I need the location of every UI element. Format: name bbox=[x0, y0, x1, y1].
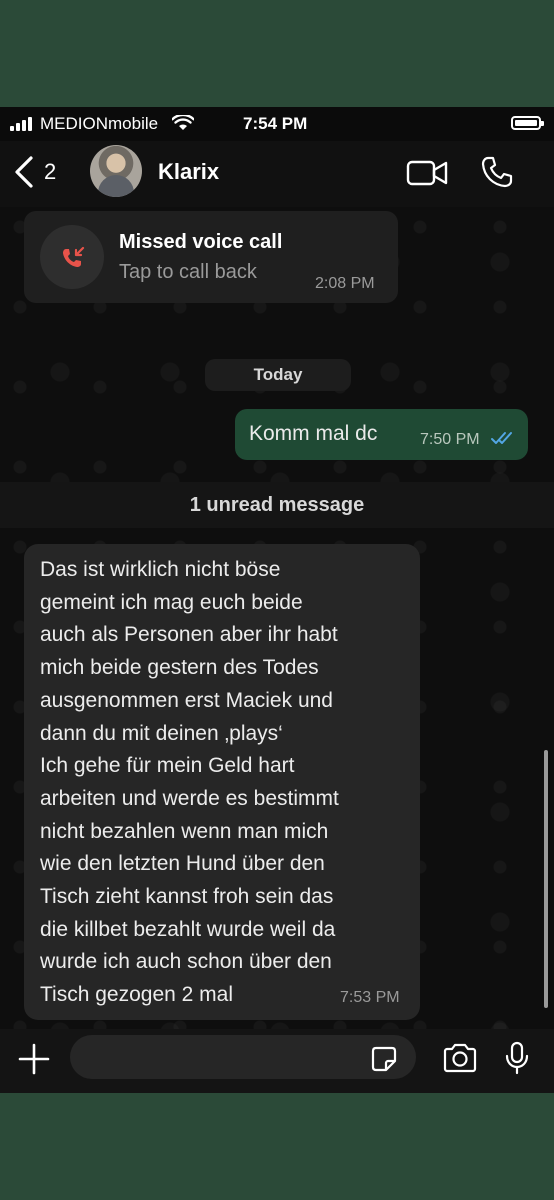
unread-divider: 1 unread message bbox=[0, 482, 554, 528]
sticker-icon[interactable] bbox=[370, 1045, 398, 1073]
message-time: 7:53 PM bbox=[340, 989, 400, 1006]
signal-strength-icon bbox=[10, 117, 36, 131]
chat-area[interactable]: Missed voice call Tap to call back 2:08 … bbox=[0, 207, 554, 1029]
composer-bar bbox=[0, 1029, 554, 1093]
message-time: 2:08 PM bbox=[315, 275, 375, 292]
phone-icon[interactable] bbox=[480, 155, 514, 189]
wifi-icon bbox=[172, 115, 194, 130]
chat-header: 2 Klarix bbox=[0, 141, 554, 207]
missed-call-bubble[interactable]: Missed voice call Tap to call back 2:08 … bbox=[24, 211, 398, 303]
message-text: Das ist wirklich nicht böse gemeint ich … bbox=[40, 558, 339, 1007]
status-bar: MEDIONmobile 7:54 PM bbox=[0, 107, 554, 141]
message-time: 7:50 PM bbox=[420, 431, 480, 448]
message-input[interactable] bbox=[70, 1035, 416, 1079]
carrier-name: MEDIONmobile bbox=[40, 114, 159, 133]
plus-icon[interactable] bbox=[18, 1043, 50, 1075]
message-text: Komm mal dc bbox=[249, 422, 378, 445]
video-camera-icon[interactable] bbox=[406, 160, 448, 186]
microphone-icon[interactable] bbox=[504, 1041, 530, 1075]
avatar[interactable] bbox=[90, 145, 142, 197]
status-time: 7:54 PM bbox=[243, 114, 308, 133]
contact-name[interactable]: Klarix bbox=[158, 159, 219, 185]
missed-call-title: Missed voice call bbox=[119, 231, 283, 253]
phone-screen: MEDIONmobile 7:54 PM 2 Klarix Missed voi… bbox=[0, 107, 554, 1093]
incoming-message-bubble[interactable]: Das ist wirklich nicht böse gemeint ich … bbox=[24, 544, 420, 1020]
chevron-left-icon[interactable] bbox=[12, 155, 36, 189]
battery-icon bbox=[511, 116, 544, 130]
unread-chats-count[interactable]: 2 bbox=[44, 159, 56, 185]
day-separator: Today bbox=[205, 359, 351, 391]
outgoing-message-bubble[interactable]: Komm mal dc 7:50 PM bbox=[235, 409, 528, 460]
scrollbar[interactable] bbox=[544, 750, 548, 1008]
read-receipt-icon bbox=[491, 432, 512, 444]
missed-call-subtitle: Tap to call back bbox=[119, 261, 257, 283]
missed-call-icon bbox=[40, 225, 104, 289]
camera-icon[interactable] bbox=[442, 1043, 478, 1073]
